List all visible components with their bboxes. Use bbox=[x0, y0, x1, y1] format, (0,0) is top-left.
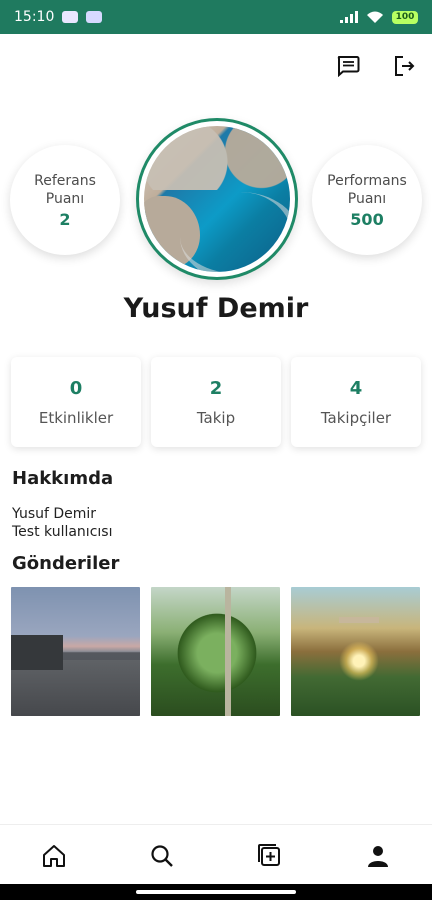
battery-icon: 100 bbox=[392, 10, 418, 24]
top-actions bbox=[334, 52, 418, 80]
nav-add-post[interactable] bbox=[246, 832, 294, 880]
profile-name: Yusuf Demir bbox=[123, 293, 309, 324]
chat-icon bbox=[337, 56, 360, 77]
signal-icon bbox=[340, 11, 358, 23]
referans-value: 2 bbox=[59, 209, 71, 229]
posts-grid bbox=[11, 587, 420, 716]
wifi-icon bbox=[367, 11, 383, 23]
logout-icon bbox=[395, 56, 415, 76]
performans-value: 500 bbox=[350, 209, 384, 229]
performans-score-card: Performans Puanı 500 bbox=[312, 145, 422, 255]
nav-home[interactable] bbox=[30, 832, 78, 880]
stat-card-takip[interactable]: 2 Takip bbox=[151, 357, 281, 447]
search-icon bbox=[151, 844, 173, 867]
home-icon bbox=[43, 844, 65, 867]
stats-row: 0 Etkinlikler 2 Takip 4 Takipçiler bbox=[11, 357, 421, 447]
status-time: 15:10 bbox=[14, 9, 55, 25]
about-title: Hakkımda bbox=[12, 468, 114, 489]
posts-title: Gönderiler bbox=[12, 553, 120, 574]
stat-label: Etkinlikler bbox=[38, 408, 114, 427]
about-text: Yusuf Demir Test kullanıcısı bbox=[12, 505, 112, 541]
add-post-icon bbox=[258, 843, 280, 866]
post-thumbnail[interactable] bbox=[151, 587, 280, 716]
nav-search[interactable] bbox=[138, 832, 186, 880]
stat-number: 0 bbox=[69, 377, 83, 399]
stat-card-takipciler[interactable]: 4 Takipçiler bbox=[291, 357, 421, 447]
post-thumbnail[interactable] bbox=[291, 587, 420, 716]
bottom-nav bbox=[0, 824, 432, 886]
notification-icon-2 bbox=[86, 11, 103, 23]
nav-profile[interactable] bbox=[354, 832, 402, 880]
status-bar: 15:10 100 bbox=[0, 0, 432, 34]
logout-button[interactable] bbox=[390, 52, 418, 80]
stat-label: Takipçiler bbox=[320, 408, 392, 427]
avatar bbox=[144, 126, 290, 272]
referans-score-card: Referans Puanı 2 bbox=[10, 145, 120, 255]
notification-icon-1 bbox=[62, 11, 79, 23]
profile-icon bbox=[368, 845, 388, 867]
stat-number: 4 bbox=[349, 377, 363, 399]
performans-label: Performans Puanı bbox=[327, 172, 407, 207]
stat-card-etkinlikler[interactable]: 0 Etkinlikler bbox=[11, 357, 141, 447]
about-line-name: Yusuf Demir bbox=[12, 506, 97, 522]
post-thumbnail[interactable] bbox=[11, 587, 140, 716]
avatar-frame[interactable] bbox=[136, 118, 298, 280]
battery-level: 100 bbox=[395, 12, 415, 22]
referans-label: Referans Puanı bbox=[34, 172, 96, 207]
home-indicator bbox=[0, 884, 432, 900]
about-line-desc: Test kullanıcısı bbox=[12, 524, 113, 540]
chat-button[interactable] bbox=[334, 52, 362, 80]
stat-number: 2 bbox=[209, 377, 223, 399]
stat-label: Takip bbox=[196, 408, 236, 427]
